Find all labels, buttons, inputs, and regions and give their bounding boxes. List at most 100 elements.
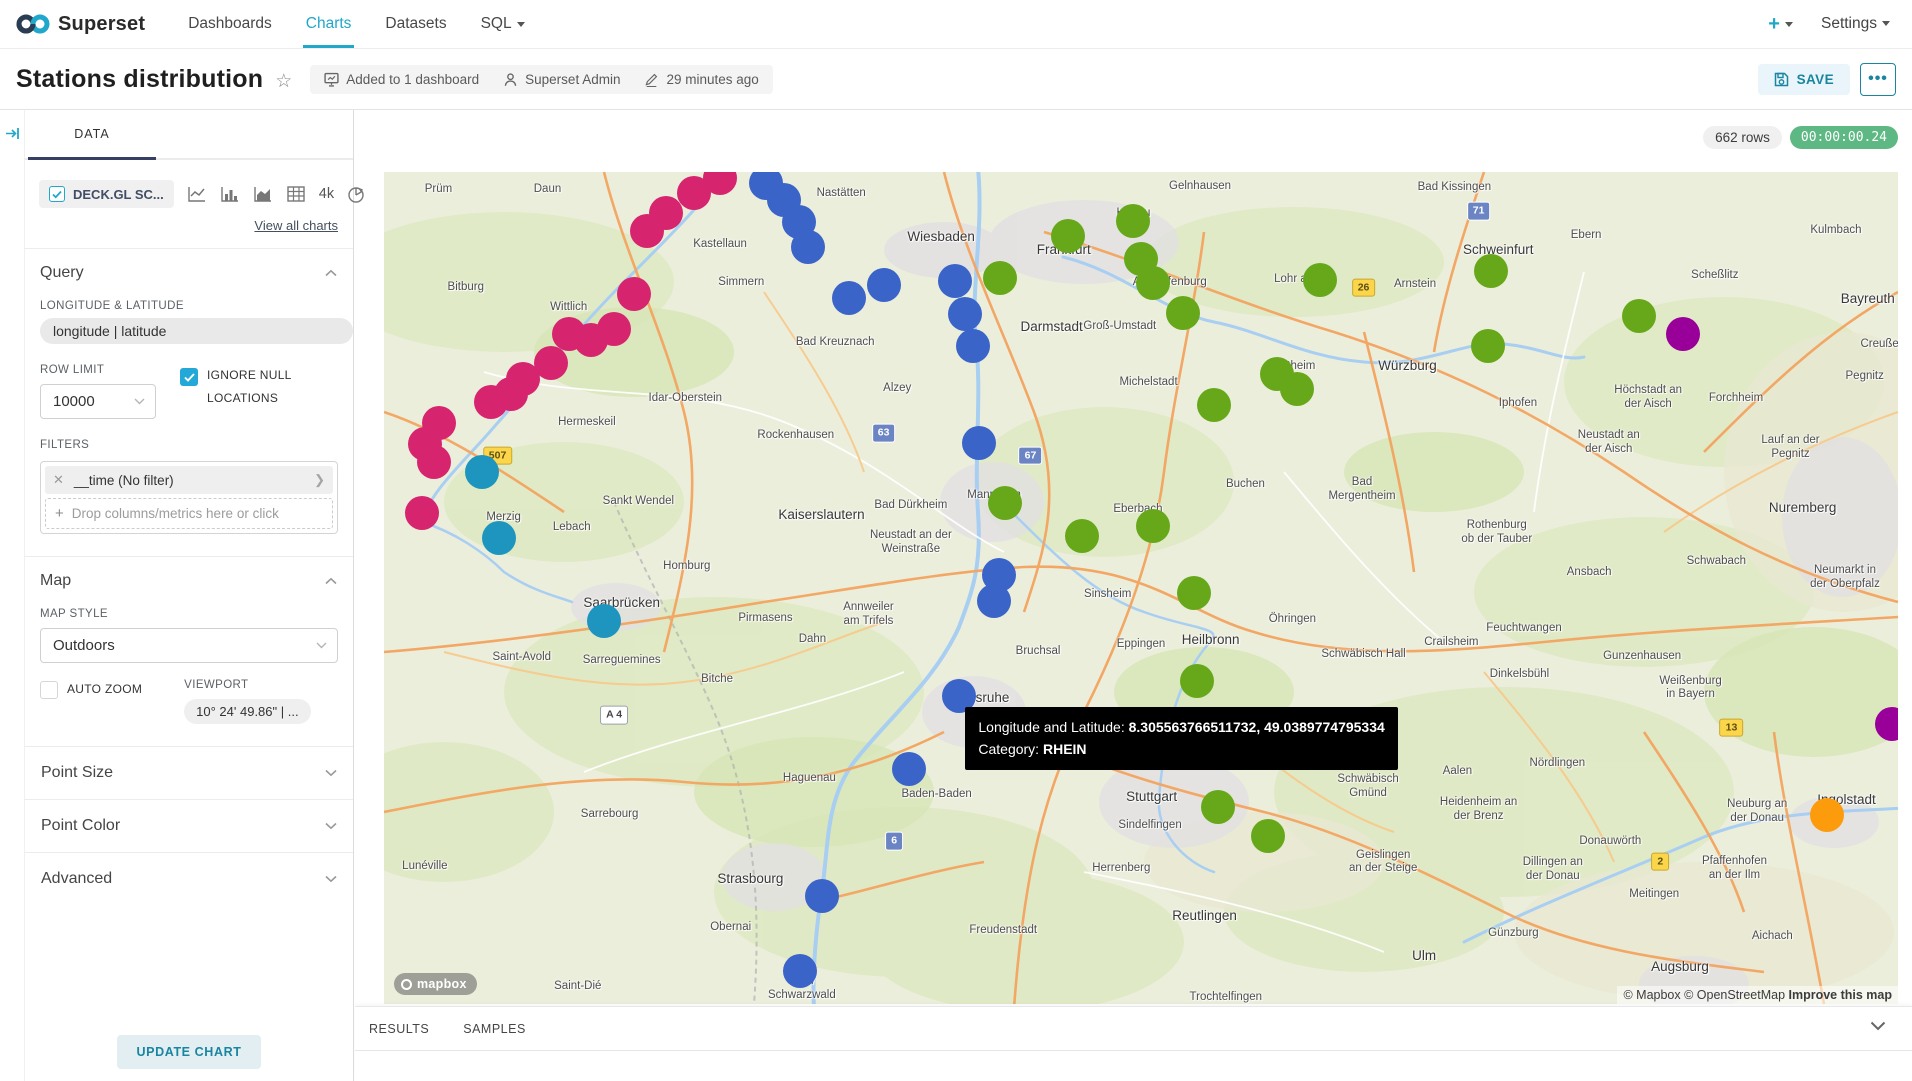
update-chart-button[interactable]: UPDATE CHART bbox=[117, 1035, 262, 1069]
station-point-blue[interactable] bbox=[832, 281, 866, 315]
meta-pencil[interactable]: 29 minutes ago bbox=[644, 72, 758, 87]
mapbox-logo[interactable]: mapbox bbox=[394, 973, 477, 995]
station-point-green[interactable] bbox=[1251, 819, 1285, 853]
road-shield: 63 bbox=[872, 424, 896, 443]
station-point-green[interactable] bbox=[1180, 664, 1214, 698]
map-label: Sarrebourg bbox=[581, 808, 639, 822]
station-point-green[interactable] bbox=[1051, 219, 1085, 253]
ignore-null-checkbox[interactable]: IGNORE NULL LOCATIONS bbox=[180, 364, 327, 410]
chart-meta: Added to 1 dashboard Superset Admin 29 min… bbox=[310, 65, 772, 94]
station-point-green[interactable] bbox=[1136, 509, 1170, 543]
nav-item-charts[interactable]: Charts bbox=[289, 0, 369, 48]
station-point-blue[interactable] bbox=[962, 426, 996, 460]
map-style-select[interactable]: Outdoors bbox=[40, 628, 338, 663]
station-point-green[interactable] bbox=[1471, 329, 1505, 363]
meta-user[interactable]: Superset Admin bbox=[503, 72, 620, 87]
station-point-blue[interactable] bbox=[783, 954, 817, 988]
station-point-green[interactable] bbox=[1622, 299, 1656, 333]
add-new-button[interactable]: + bbox=[1768, 13, 1793, 36]
nav-item-sql[interactable]: SQL bbox=[464, 0, 542, 48]
section-point-size[interactable]: Point Size bbox=[25, 746, 353, 799]
station-point-pink[interactable] bbox=[677, 176, 711, 210]
station-point-green[interactable] bbox=[1474, 254, 1508, 288]
favorite-star-icon[interactable]: ☆ bbox=[275, 70, 292, 93]
tooltip-category-line: Category: RHEIN bbox=[978, 738, 1384, 760]
station-point-blue[interactable] bbox=[892, 752, 926, 786]
station-point-green[interactable] bbox=[1136, 266, 1170, 300]
station-point-green[interactable] bbox=[1197, 388, 1231, 422]
station-point-green[interactable] bbox=[1166, 296, 1200, 330]
section-point-color[interactable]: Point Color bbox=[25, 799, 353, 852]
tab-results[interactable]: RESULTS bbox=[369, 1022, 429, 1036]
view-all-charts-link[interactable]: View all charts bbox=[254, 218, 338, 233]
station-point-blue[interactable] bbox=[805, 879, 839, 913]
chevron-down-icon bbox=[517, 22, 525, 27]
settings-menu[interactable]: Settings bbox=[1821, 15, 1890, 33]
station-point-cyan[interactable] bbox=[587, 604, 621, 638]
more-menu-button[interactable]: ••• bbox=[1860, 63, 1896, 96]
viewport-value-pill[interactable]: 10° 24' 49.86" | ... bbox=[184, 699, 310, 724]
map-label: Arnstein bbox=[1394, 278, 1436, 292]
improve-map-link[interactable]: Improve this map bbox=[1789, 988, 1893, 1002]
station-point-green[interactable] bbox=[1116, 204, 1150, 238]
tab-samples[interactable]: SAMPLES bbox=[463, 1022, 526, 1036]
map-canvas[interactable]: PrümDaunNastättenGelnhausenBad Kissingen… bbox=[384, 172, 1898, 1004]
meta-dashboard[interactable]: Added to 1 dashboard bbox=[324, 72, 479, 87]
station-point-blue[interactable] bbox=[948, 297, 982, 331]
section-query[interactable]: Query bbox=[25, 249, 353, 288]
viz-type-selected[interactable]: DECK.GL SC... bbox=[39, 180, 174, 208]
station-point-purple[interactable] bbox=[1666, 317, 1700, 351]
station-point-green[interactable] bbox=[1303, 263, 1337, 297]
row-limit-select[interactable]: 10000 bbox=[40, 384, 156, 419]
map-label: Ebern bbox=[1571, 229, 1602, 243]
map-label: Nuremberg bbox=[1769, 500, 1837, 516]
filter-item-time[interactable]: ✕ __time (No filter) ❯ bbox=[45, 466, 333, 494]
map-label: Stuttgart bbox=[1126, 789, 1177, 805]
tab-data[interactable]: DATA bbox=[28, 110, 156, 160]
station-point-cyan[interactable] bbox=[482, 521, 516, 555]
section-advanced[interactable]: Advanced bbox=[25, 852, 353, 905]
station-point-pink[interactable] bbox=[617, 277, 651, 311]
station-point-pink[interactable] bbox=[474, 385, 508, 419]
superset-logo[interactable]: Superset bbox=[0, 13, 171, 36]
station-point-blue[interactable] bbox=[938, 264, 972, 298]
station-point-green[interactable] bbox=[983, 261, 1017, 295]
station-point-orange[interactable] bbox=[1810, 798, 1844, 832]
chevron-down-icon bbox=[1882, 21, 1890, 26]
station-point-blue[interactable] bbox=[956, 329, 990, 363]
bar-chart-icon[interactable] bbox=[220, 185, 240, 203]
auto-zoom-checkbox[interactable]: AUTO ZOOM bbox=[40, 681, 142, 724]
remove-filter-icon[interactable]: ✕ bbox=[53, 472, 64, 488]
map-label: Ulm bbox=[1412, 948, 1436, 964]
map-label: Bad Kreuznach bbox=[796, 336, 875, 350]
line-chart-icon[interactable] bbox=[187, 185, 207, 203]
lonlat-value-pill[interactable]: longitude | latitude bbox=[40, 318, 353, 344]
area-chart-icon[interactable] bbox=[253, 185, 273, 203]
collapse-results-icon[interactable] bbox=[1870, 1018, 1886, 1036]
station-point-pink[interactable] bbox=[630, 214, 664, 248]
table-icon[interactable] bbox=[286, 185, 306, 203]
nav-item-dashboards[interactable]: Dashboards bbox=[171, 0, 289, 48]
station-point-blue[interactable] bbox=[867, 268, 901, 302]
chart-area: 662 rows 00:00:00.24 bbox=[355, 110, 1912, 1081]
station-point-green[interactable] bbox=[1065, 519, 1099, 553]
expand-panel-icon[interactable] bbox=[5, 126, 20, 141]
nav-item-datasets[interactable]: Datasets bbox=[368, 0, 463, 48]
save-button[interactable]: SAVE bbox=[1758, 64, 1850, 95]
station-point-pink[interactable] bbox=[417, 445, 451, 479]
station-point-green[interactable] bbox=[1280, 372, 1314, 406]
filter-drop-zone[interactable]: + Drop columns/metrics here or click bbox=[45, 498, 333, 529]
station-point-cyan[interactable] bbox=[465, 455, 499, 489]
station-point-pink[interactable] bbox=[405, 496, 439, 530]
viz-type-4k[interactable]: 4k bbox=[319, 186, 334, 202]
map-label: Heilbronn bbox=[1182, 632, 1240, 648]
pie-chart-icon[interactable] bbox=[347, 185, 366, 204]
section-map[interactable]: Map bbox=[25, 557, 353, 596]
station-point-green[interactable] bbox=[1201, 790, 1235, 824]
station-point-green[interactable] bbox=[988, 486, 1022, 520]
map-label: Gelnhausen bbox=[1169, 180, 1231, 194]
station-point-green[interactable] bbox=[1177, 576, 1211, 610]
station-point-blue[interactable] bbox=[977, 584, 1011, 618]
dashboard-icon bbox=[324, 72, 339, 87]
station-point-blue[interactable] bbox=[791, 230, 825, 264]
